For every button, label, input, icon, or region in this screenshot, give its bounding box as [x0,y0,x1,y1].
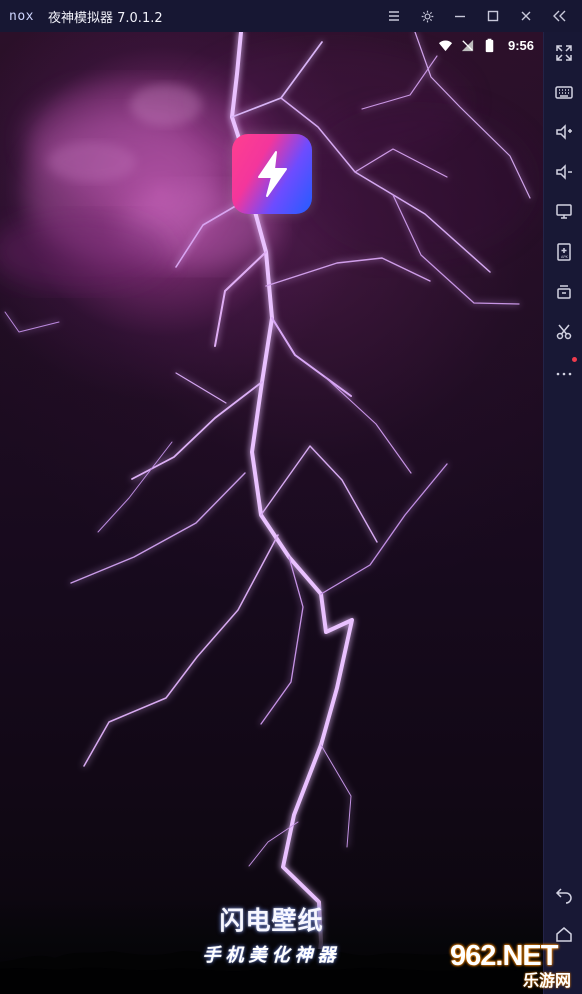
splash-title: 闪电壁纸 [219,906,324,935]
multi-instance-icon[interactable] [553,281,575,303]
emulator-window: nox 夜神模拟器 7.0.1.2 9:56 闪电壁纸 手机美化神器 APK 9… [0,0,582,994]
maximize-icon[interactable] [484,7,502,25]
gear-icon[interactable] [418,7,436,25]
wifi-icon [438,38,453,53]
window-controls [385,0,568,32]
window-title: 夜神模拟器 7.0.1.2 [48,10,163,26]
title-bar: nox 夜神模拟器 7.0.1.2 [0,0,582,32]
double-chevron-left-icon[interactable] [550,7,568,25]
scissors-icon[interactable] [553,321,575,343]
minimize-icon[interactable] [451,7,469,25]
notification-badge [572,357,577,362]
signal-icon [460,38,475,53]
fullscreen-icon[interactable] [553,42,575,64]
emulator-sidebar: APK [543,32,582,994]
android-status-bar: 9:56 [438,35,534,55]
svg-text:APK: APK [561,255,569,259]
android-screen[interactable]: 9:56 闪电壁纸 手机美化神器 [0,32,543,994]
close-icon[interactable] [517,7,535,25]
nox-logo: nox [9,8,34,24]
more-icon[interactable] [553,357,577,383]
lightning-bolt-icon [232,134,312,214]
volume-down-icon[interactable] [553,161,575,183]
volume-up-icon[interactable] [553,121,575,143]
screen-icon[interactable] [553,201,575,223]
battery-icon [482,38,497,53]
menu-icon[interactable] [385,7,403,25]
home-icon[interactable] [553,923,575,945]
back-icon[interactable] [553,883,575,905]
apk-install-icon[interactable]: APK [553,241,575,263]
splash-subtitle: 手机美化神器 [202,945,341,966]
keyboard-icon[interactable] [553,81,575,103]
status-time: 9:56 [507,37,534,53]
